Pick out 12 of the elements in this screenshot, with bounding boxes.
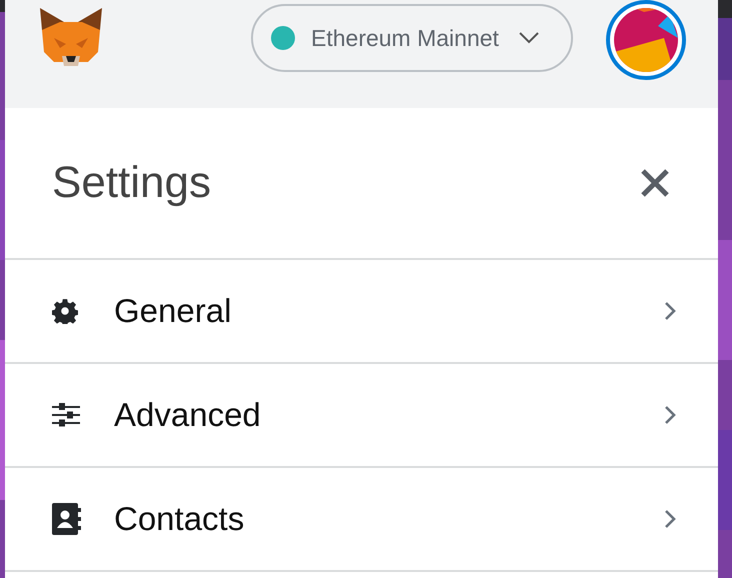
chevron-down-icon bbox=[518, 32, 539, 44]
fox-logo-icon bbox=[38, 8, 104, 68]
chevron-right-icon bbox=[664, 509, 676, 529]
settings-title: Settings bbox=[52, 158, 211, 208]
network-status-dot bbox=[271, 26, 295, 50]
contact-book-icon bbox=[52, 503, 82, 535]
sliders-icon bbox=[52, 403, 80, 427]
chevron-right-icon bbox=[664, 301, 676, 321]
chevron-right-icon bbox=[664, 405, 676, 425]
close-button[interactable] bbox=[640, 168, 670, 198]
network-selector[interactable]: Ethereum Mainnet bbox=[251, 4, 573, 72]
gear-icon bbox=[52, 298, 78, 324]
